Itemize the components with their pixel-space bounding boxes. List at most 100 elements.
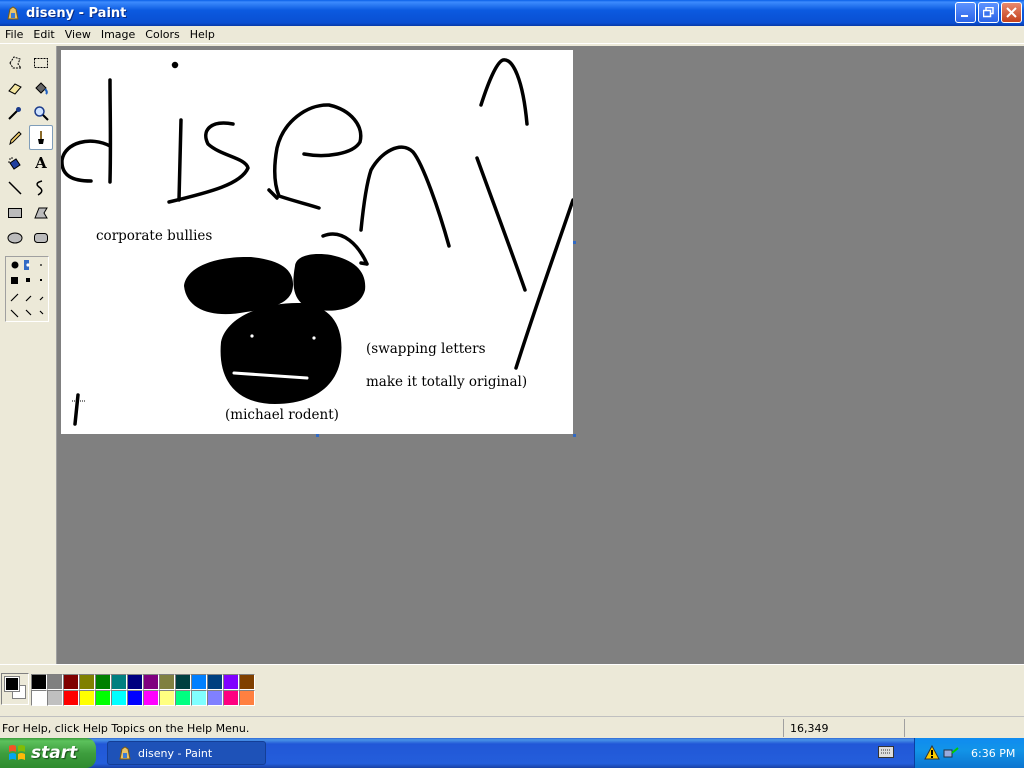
color-swatch[interactable] — [159, 674, 175, 690]
color-swatch[interactable] — [239, 674, 255, 690]
color-palette-bar — [0, 664, 1024, 714]
current-colors[interactable] — [1, 673, 29, 705]
swapping-letters-text: (swapping letters — [366, 341, 486, 357]
work-area: corporate bullies (swapping letters make… — [57, 46, 1024, 664]
status-divider — [783, 719, 784, 737]
color-swatch[interactable] — [63, 674, 79, 690]
minimize-icon — [961, 15, 968, 17]
color-swatch[interactable] — [175, 690, 191, 706]
rounded-rect-icon — [34, 232, 48, 243]
rect-select-icon — [34, 57, 48, 68]
color-swatch[interactable] — [127, 690, 143, 706]
keyboard-icon[interactable] — [878, 746, 894, 758]
magnifier-tool[interactable] — [29, 100, 53, 125]
ellipse-tool[interactable] — [3, 225, 27, 250]
resize-handle-bottom[interactable] — [316, 434, 319, 437]
color-swatches — [31, 674, 255, 706]
color-swatch[interactable] — [79, 690, 95, 706]
pencil-tool[interactable] — [3, 125, 27, 150]
system-tray: 6:36 PM — [914, 738, 1024, 768]
menu-file[interactable]: File — [0, 28, 28, 41]
taskbar-item-paint[interactable]: diseny - Paint — [107, 741, 266, 765]
restore-icon — [983, 7, 994, 18]
line-tool[interactable] — [3, 175, 27, 200]
taskbar: start diseny - Paint 6:36 PM — [0, 738, 1024, 768]
rectangle-tool[interactable] — [3, 200, 27, 225]
fill-tool[interactable] — [29, 75, 53, 100]
color-swatch[interactable] — [111, 690, 127, 706]
color-swatch[interactable] — [191, 674, 207, 690]
toolbox: A — [0, 46, 57, 664]
color-swatch[interactable] — [31, 690, 47, 706]
color-swatch[interactable] — [47, 690, 63, 706]
security-alert-icon[interactable] — [924, 745, 940, 761]
curve-icon — [36, 179, 43, 196]
minimize-button[interactable] — [955, 2, 976, 23]
brush-shapes-icon — [10, 260, 44, 318]
title-bar[interactable]: diseny - Paint — [0, 0, 1024, 26]
original-text: make it totally original) — [366, 374, 528, 390]
color-swatch[interactable] — [79, 674, 95, 690]
polygon-tool[interactable] — [29, 200, 53, 225]
color-swatch[interactable] — [191, 690, 207, 706]
menu-edit[interactable]: Edit — [28, 28, 59, 41]
pencil-icon — [9, 130, 22, 145]
color-swatch[interactable] — [207, 674, 223, 690]
window-title: diseny - Paint — [26, 5, 127, 21]
menu-colors[interactable]: Colors — [140, 28, 184, 41]
paint-task-icon — [119, 746, 131, 760]
color-picker-icon — [8, 106, 21, 120]
color-swatch[interactable] — [159, 690, 175, 706]
color-swatch[interactable] — [207, 690, 223, 706]
clock: 6:36 PM — [971, 746, 1016, 760]
free-form-select-tool[interactable] — [3, 50, 27, 75]
free-form-select-icon — [9, 55, 22, 68]
text-tool[interactable]: A — [29, 150, 53, 175]
magnifier-icon — [34, 105, 49, 121]
michael-rodent-text: (michael rodent) — [225, 407, 339, 423]
color-swatch[interactable] — [111, 674, 127, 690]
airbrush-tool[interactable] — [3, 150, 27, 175]
curve-tool[interactable] — [29, 175, 53, 200]
polygon-icon — [34, 207, 48, 218]
eraser-icon — [8, 82, 22, 95]
color-swatch[interactable] — [239, 690, 255, 706]
color-swatch[interactable] — [95, 690, 111, 706]
start-button[interactable]: start — [0, 738, 96, 768]
restore-button[interactable] — [978, 2, 999, 23]
network-icon[interactable] — [943, 745, 959, 761]
color-swatch[interactable] — [223, 690, 239, 706]
menu-bar: File Edit View Image Colors Help — [0, 26, 1024, 44]
color-swatch[interactable] — [47, 674, 63, 690]
start-label: start — [31, 743, 78, 763]
color-swatch[interactable] — [143, 674, 159, 690]
menu-view[interactable]: View — [60, 28, 96, 41]
color-swatch[interactable] — [63, 690, 79, 706]
color-picker-tool[interactable] — [3, 100, 27, 125]
brush-shape-options[interactable] — [5, 256, 49, 322]
status-divider — [904, 719, 905, 737]
color-swatch[interactable] — [127, 674, 143, 690]
eraser-tool[interactable] — [3, 75, 27, 100]
foreground-color[interactable] — [5, 677, 19, 691]
close-button[interactable] — [1001, 2, 1022, 23]
text-icon: A — [35, 153, 47, 172]
menu-help[interactable]: Help — [185, 28, 220, 41]
cursor-coordinates: 16,349 — [790, 722, 829, 735]
resize-handle-corner[interactable] — [573, 434, 576, 437]
resize-handle-right[interactable] — [573, 241, 576, 244]
color-swatch[interactable] — [223, 674, 239, 690]
rounded-rect-tool[interactable] — [29, 225, 53, 250]
rect-select-tool[interactable] — [29, 50, 53, 75]
brush-icon — [38, 130, 44, 144]
line-icon — [8, 180, 22, 195]
color-swatch[interactable] — [175, 674, 191, 690]
color-swatch[interactable] — [143, 690, 159, 706]
windows-logo-icon — [9, 745, 25, 760]
paint-app-icon — [7, 6, 19, 20]
color-swatch[interactable] — [31, 674, 47, 690]
menu-image[interactable]: Image — [96, 28, 140, 41]
drawing-canvas[interactable]: corporate bullies (swapping letters make… — [61, 50, 573, 434]
color-swatch[interactable] — [95, 674, 111, 690]
brush-tool[interactable] — [29, 125, 53, 150]
